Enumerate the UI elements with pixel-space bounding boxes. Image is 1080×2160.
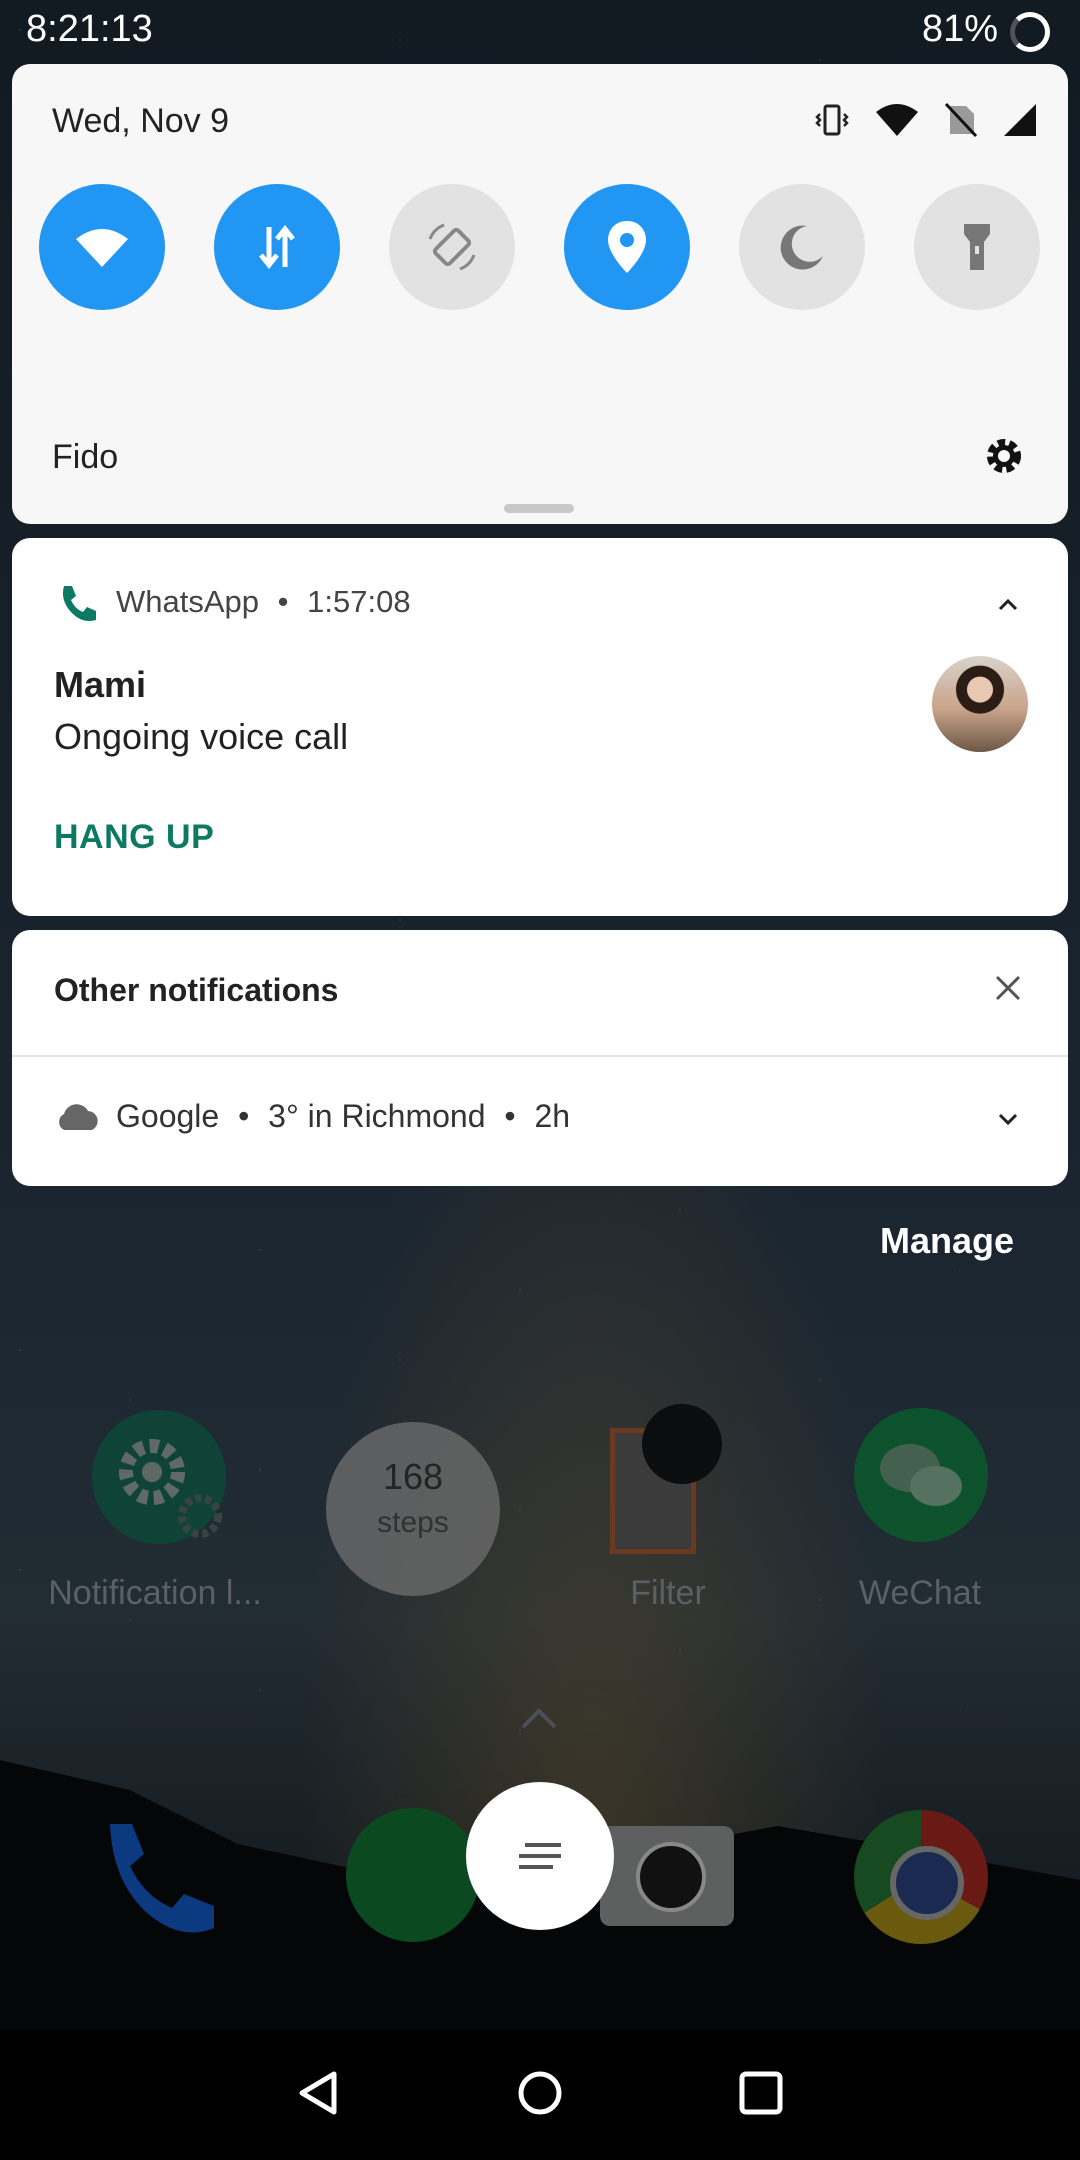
cell-signal-icon: [1004, 104, 1036, 136]
tile-wifi[interactable]: [39, 184, 165, 310]
vibrate-icon: [815, 104, 849, 136]
separator: •: [504, 1098, 516, 1134]
manage-button[interactable]: Manage: [880, 1220, 1014, 1262]
notification-header: WhatsApp • 1:57:08: [116, 584, 411, 620]
call-duration: 1:57:08: [307, 584, 411, 619]
caller-avatar: [932, 656, 1028, 752]
quick-settings-panel: Wed, Nov 9 Fido: [12, 64, 1068, 524]
wechat-app-icon[interactable]: [854, 1408, 988, 1542]
whatsapp-call-notification[interactable]: WhatsApp • 1:57:08 Mami Ongoing voice ca…: [12, 538, 1068, 916]
divider: [12, 1055, 1068, 1057]
weather-summary: 3° in Richmond: [268, 1098, 486, 1134]
steps-count: 168: [382, 1456, 444, 1497]
location-pin-icon: [608, 221, 646, 273]
tile-location[interactable]: [564, 184, 690, 310]
notification-app-icon[interactable]: [92, 1410, 226, 1544]
cloud-icon: [59, 1104, 98, 1130]
settings-gear-icon[interactable]: [982, 434, 1026, 478]
carrier-name: Fido: [52, 438, 119, 476]
other-notifications-group: Other notifications Google • 3° in Richm…: [12, 930, 1068, 1186]
chrome-app-icon[interactable]: [854, 1810, 988, 1944]
status-time: 8:21:13: [26, 8, 153, 50]
steps-label: steps: [377, 1506, 449, 1539]
separator: •: [238, 1098, 250, 1134]
chevron-down-icon[interactable]: [994, 1110, 1022, 1130]
home-icon[interactable]: [515, 2068, 565, 2118]
phone-call-icon: [62, 586, 96, 621]
header-separator: •: [277, 584, 289, 619]
notification-menu-button[interactable]: [466, 1782, 614, 1930]
status-bar: 8:21:13 81%: [0, 0, 1080, 62]
notification-app-label: Notification l...: [48, 1574, 262, 1612]
camera-app-icon[interactable]: [600, 1826, 734, 1926]
wifi-icon: [76, 229, 128, 267]
other-notifications-title: Other notifications: [54, 972, 339, 1008]
tile-auto-rotate[interactable]: [389, 184, 515, 310]
hang-up-button[interactable]: HANG UP: [54, 818, 214, 857]
notification-time: 2h: [534, 1098, 571, 1134]
tile-night-mode[interactable]: [739, 184, 865, 310]
no-sim-icon: [944, 102, 978, 138]
data-arrows-icon: [259, 224, 295, 270]
recents-icon[interactable]: [736, 2068, 786, 2118]
call-status: Ongoing voice call: [54, 716, 349, 757]
qs-date[interactable]: Wed, Nov 9: [52, 102, 229, 141]
qs-status-icons: [814, 102, 1038, 138]
back-icon[interactable]: [294, 2068, 344, 2118]
filter-app-badge: [642, 1404, 722, 1484]
panel-drag-handle[interactable]: [504, 504, 574, 513]
google-weather-notification[interactable]: Google • 3° in Richmond • 2h: [116, 1098, 570, 1135]
wechat-app-label: WeChat: [858, 1574, 982, 1612]
filter-app-label: Filter: [630, 1574, 706, 1612]
phone-app-icon[interactable]: [92, 1814, 222, 1944]
caller-name: Mami: [54, 664, 147, 705]
flashlight-icon: [964, 224, 990, 270]
battery-percent: 81%: [921, 8, 998, 50]
moon-icon: [780, 225, 823, 270]
chevron-up-icon[interactable]: [994, 594, 1022, 614]
tile-flashlight[interactable]: [914, 184, 1040, 310]
menu-lines-icon: [519, 1843, 561, 1869]
tile-mobile-data[interactable]: [214, 184, 340, 310]
wifi-status-icon: [876, 104, 918, 136]
app-drawer-arrow-icon[interactable]: [520, 1706, 558, 1730]
whatsapp-app-icon[interactable]: [346, 1808, 480, 1942]
navigation-bar: [0, 2030, 1080, 2160]
app-name: WhatsApp: [116, 584, 260, 619]
battery-icon: [1010, 12, 1050, 52]
steps-widget[interactable]: 168 steps: [326, 1422, 500, 1596]
auto-rotate-icon: [428, 223, 476, 271]
close-icon[interactable]: [994, 974, 1022, 1002]
google-app-name: Google: [116, 1098, 220, 1134]
